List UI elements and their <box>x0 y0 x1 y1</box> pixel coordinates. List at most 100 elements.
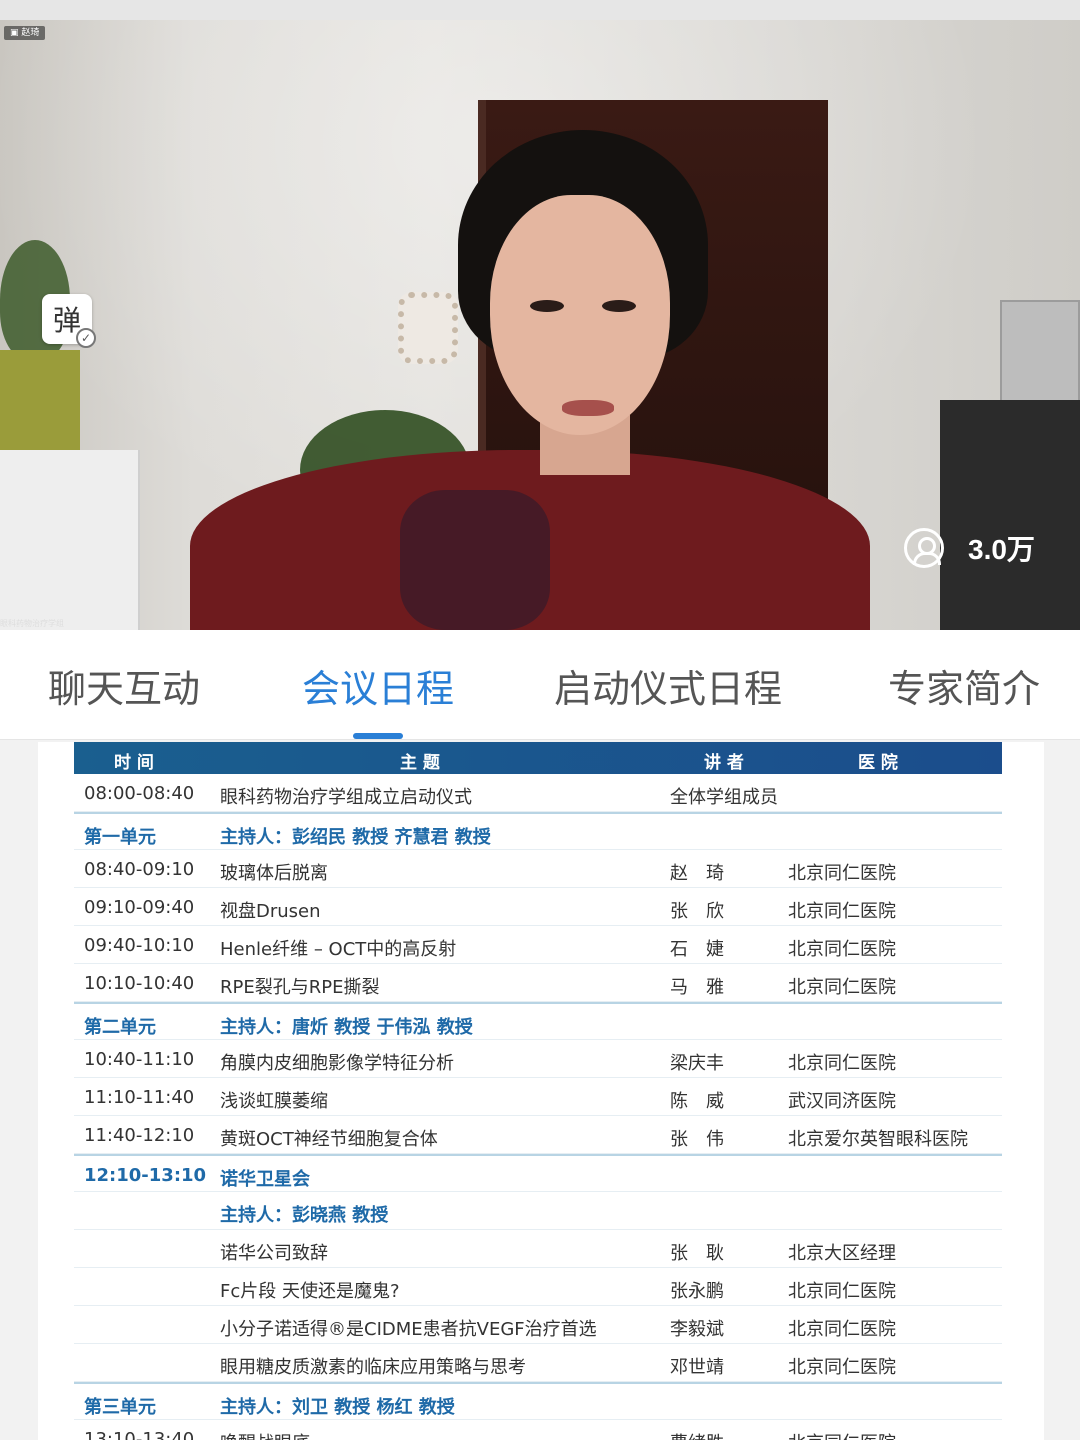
tab-experts[interactable]: 专家简介 <box>888 658 1040 713</box>
presenter-sweater-print <box>400 490 550 630</box>
presenter-eye-left <box>530 300 564 312</box>
camera-label: ▣ 赵琦 <box>4 26 46 40</box>
tab-bar: 聊天互动 会议日程 启动仪式日程 专家简介 <box>0 630 1080 740</box>
cell-topic: 眼科药物治疗学组成立启动仪式 <box>220 787 472 808</box>
cell-time: 第二单元 <box>84 1017 156 1038</box>
cell-topic: 主持人：刘卫 教授 杨红 教授 <box>220 1397 455 1418</box>
cell-topic: 视盘Drusen <box>220 901 321 922</box>
cell-topic: 诺华卫星会 <box>220 1169 310 1190</box>
cell-time: 13:10-13:40 <box>84 1429 195 1440</box>
tab-launch-schedule[interactable]: 启动仪式日程 <box>554 658 782 713</box>
danmu-toggle-button[interactable]: 弹 ✓ <box>42 294 96 348</box>
cell-topic: 唤醒战眼底 <box>220 1429 310 1440</box>
video-caption: 眼科药物治疗学组 <box>0 619 64 628</box>
cell-speaker: 张 伟 <box>670 1129 724 1150</box>
cell-time: 第三单元 <box>84 1397 156 1418</box>
cell-time: 11:10-11:40 <box>84 1087 195 1108</box>
background-box-right <box>1000 300 1080 410</box>
cell-topic: 小分子诺适得®是CIDME患者抗VEGF治疗首选 <box>220 1319 597 1340</box>
cell-time: 10:10-10:40 <box>84 973 195 994</box>
cell-topic: 诺华公司致辞 <box>220 1243 328 1264</box>
cell-hospital: 北京同仁医院 <box>788 1281 896 1302</box>
cell-speaker: 梁庆丰 <box>670 1053 724 1074</box>
cell-hospital: 北京同仁医院 <box>788 863 896 884</box>
cell-speaker: 张 耿 <box>670 1243 724 1264</box>
cell-speaker: 石 婕 <box>670 939 724 960</box>
cell-time: 08:40-09:10 <box>84 859 195 880</box>
cell-topic: Henle纤维 – OCT中的高反射 <box>220 939 457 960</box>
cell-topic: 主持人：彭绍民 教授 齐慧君 教授 <box>220 827 491 848</box>
table-row: 11:10-11:40 浅谈虹膜萎缩 陈 威 武汉同济医院 <box>74 1078 1002 1116</box>
schedule-header: 时 间 主 题 讲 者 医 院 <box>74 742 1002 774</box>
cell-topic: 浅谈虹膜萎缩 <box>220 1091 328 1112</box>
cell-time: 09:10-09:40 <box>84 897 195 918</box>
cell-time: 10:40-11:10 <box>84 1049 195 1070</box>
cell-topic: Fc片段 天使还是魔鬼? <box>220 1281 400 1302</box>
tab-chat[interactable]: 聊天互动 <box>48 658 200 713</box>
cell-speaker: 马 雅 <box>670 977 724 998</box>
table-row: 小分子诺适得®是CIDME患者抗VEGF治疗首选 李毅斌 北京同仁医院 <box>74 1306 1002 1344</box>
schedule-table: 时 间 主 题 讲 者 医 院 08:00-08:40 眼科药物治疗学组成立启动仪… <box>74 742 1002 1440</box>
cell-speaker: 全体学组成员 <box>670 787 778 808</box>
schedule-image[interactable]: 时 间 主 题 讲 者 医 院 08:00-08:40 眼科药物治疗学组成立启动仪… <box>38 742 1044 1440</box>
table-row: 08:00-08:40 眼科药物治疗学组成立启动仪式 全体学组成员 <box>74 774 1002 812</box>
table-row: 11:40-12:10 黄斑OCT神经节细胞复合体 张 伟 北京爱尔英智眼科医院 <box>74 1116 1002 1154</box>
doc-margin-right <box>1044 742 1080 1440</box>
cell-hospital: 北京爱尔英智眼科医院 <box>788 1129 968 1150</box>
schedule-unit-row: 第一单元 主持人：彭绍民 教授 齐慧君 教授 <box>74 812 1002 850</box>
cell-speaker: 张 欣 <box>670 901 724 922</box>
presenter-face <box>490 195 670 435</box>
active-tab-indicator <box>353 733 403 739</box>
header-topic: 主 题 <box>400 753 440 773</box>
user-icon <box>904 528 944 568</box>
cell-time: 第一单元 <box>84 827 156 848</box>
viewer-count: 3.0万 <box>904 528 1035 568</box>
presenter-mouth <box>562 400 614 416</box>
cell-hospital: 北京同仁医院 <box>788 1053 896 1074</box>
cell-hospital: 武汉同济医院 <box>788 1091 896 1112</box>
table-row: 眼用糖皮质激素的临床应用策略与思考 邓世靖 北京同仁医院 <box>74 1344 1002 1382</box>
presenter-eye-right <box>602 300 636 312</box>
cell-time: 11:40-12:10 <box>84 1125 195 1146</box>
cell-time: 12:10-13:10 <box>84 1165 207 1186</box>
table-row: 09:40-10:10 Henle纤维 – OCT中的高反射 石 婕 北京同仁医院 <box>74 926 1002 964</box>
schedule-unit-row: 第二单元 主持人：唐炘 教授 于伟泓 教授 <box>74 1002 1002 1040</box>
cell-hospital: 北京同仁医院 <box>788 901 896 922</box>
check-icon: ✓ <box>76 328 96 348</box>
cell-topic: 眼用糖皮质激素的临床应用策略与思考 <box>220 1357 526 1378</box>
table-row: 10:40-11:10 角膜内皮细胞影像学特征分析 梁庆丰 北京同仁医院 <box>74 1040 1002 1078</box>
cell-hospital: 北京大区经理 <box>788 1243 896 1264</box>
table-row: 主持人：彭晓燕 教授 <box>74 1192 1002 1230</box>
cell-hospital: 北京同仁医院 <box>788 1429 896 1440</box>
doc-margin-left <box>0 742 38 1440</box>
table-row: 10:10-10:40 RPE裂孔与RPE撕裂 马 雅 北京同仁医院 <box>74 964 1002 1002</box>
cell-topic: RPE裂孔与RPE撕裂 <box>220 977 380 998</box>
cell-speaker: 陈 威 <box>670 1091 724 1112</box>
cell-topic: 主持人：唐炘 教授 于伟泓 教授 <box>220 1017 473 1038</box>
cell-speaker: 赵 琦 <box>670 863 724 884</box>
table-row: 13:10-13:40 唤醒战眼底 曹绪胜 北京同仁医院 <box>74 1420 1002 1440</box>
cell-speaker: 曹绪胜 <box>670 1429 724 1440</box>
background-cabinet <box>0 450 140 630</box>
cell-topic: 角膜内皮细胞影像学特征分析 <box>220 1053 454 1074</box>
schedule-unit-row: 第三单元 主持人：刘卫 教授 杨红 教授 <box>74 1382 1002 1420</box>
cell-time: 08:00-08:40 <box>84 783 195 804</box>
cell-hospital: 北京同仁医院 <box>788 1319 896 1340</box>
header-time: 时 间 <box>114 753 154 773</box>
table-row: 诺华公司致辞 张 耿 北京大区经理 <box>74 1230 1002 1268</box>
live-video[interactable]: ▣ 赵琦 弹 ✓ 3.0万 眼科药物治疗学组 <box>0 20 1080 630</box>
tab-schedule[interactable]: 会议日程 <box>302 658 454 713</box>
cell-hospital: 北京同仁医院 <box>788 977 896 998</box>
cell-topic: 玻璃体后脱离 <box>220 863 328 884</box>
presenter <box>190 130 870 630</box>
cell-hospital: 北京同仁医院 <box>788 939 896 960</box>
table-row: 09:10-09:40 视盘Drusen 张 欣 北京同仁医院 <box>74 888 1002 926</box>
header-hospital: 医 院 <box>858 753 898 773</box>
cell-speaker: 张永鹏 <box>670 1281 724 1302</box>
background-desk-right <box>940 400 1080 630</box>
cell-topic: 主持人：彭晓燕 教授 <box>220 1205 389 1226</box>
cell-time: 09:40-10:10 <box>84 935 195 956</box>
header-speaker: 讲 者 <box>704 753 744 773</box>
top-status-strip <box>0 0 1080 20</box>
cell-topic: 黄斑OCT神经节细胞复合体 <box>220 1129 438 1150</box>
